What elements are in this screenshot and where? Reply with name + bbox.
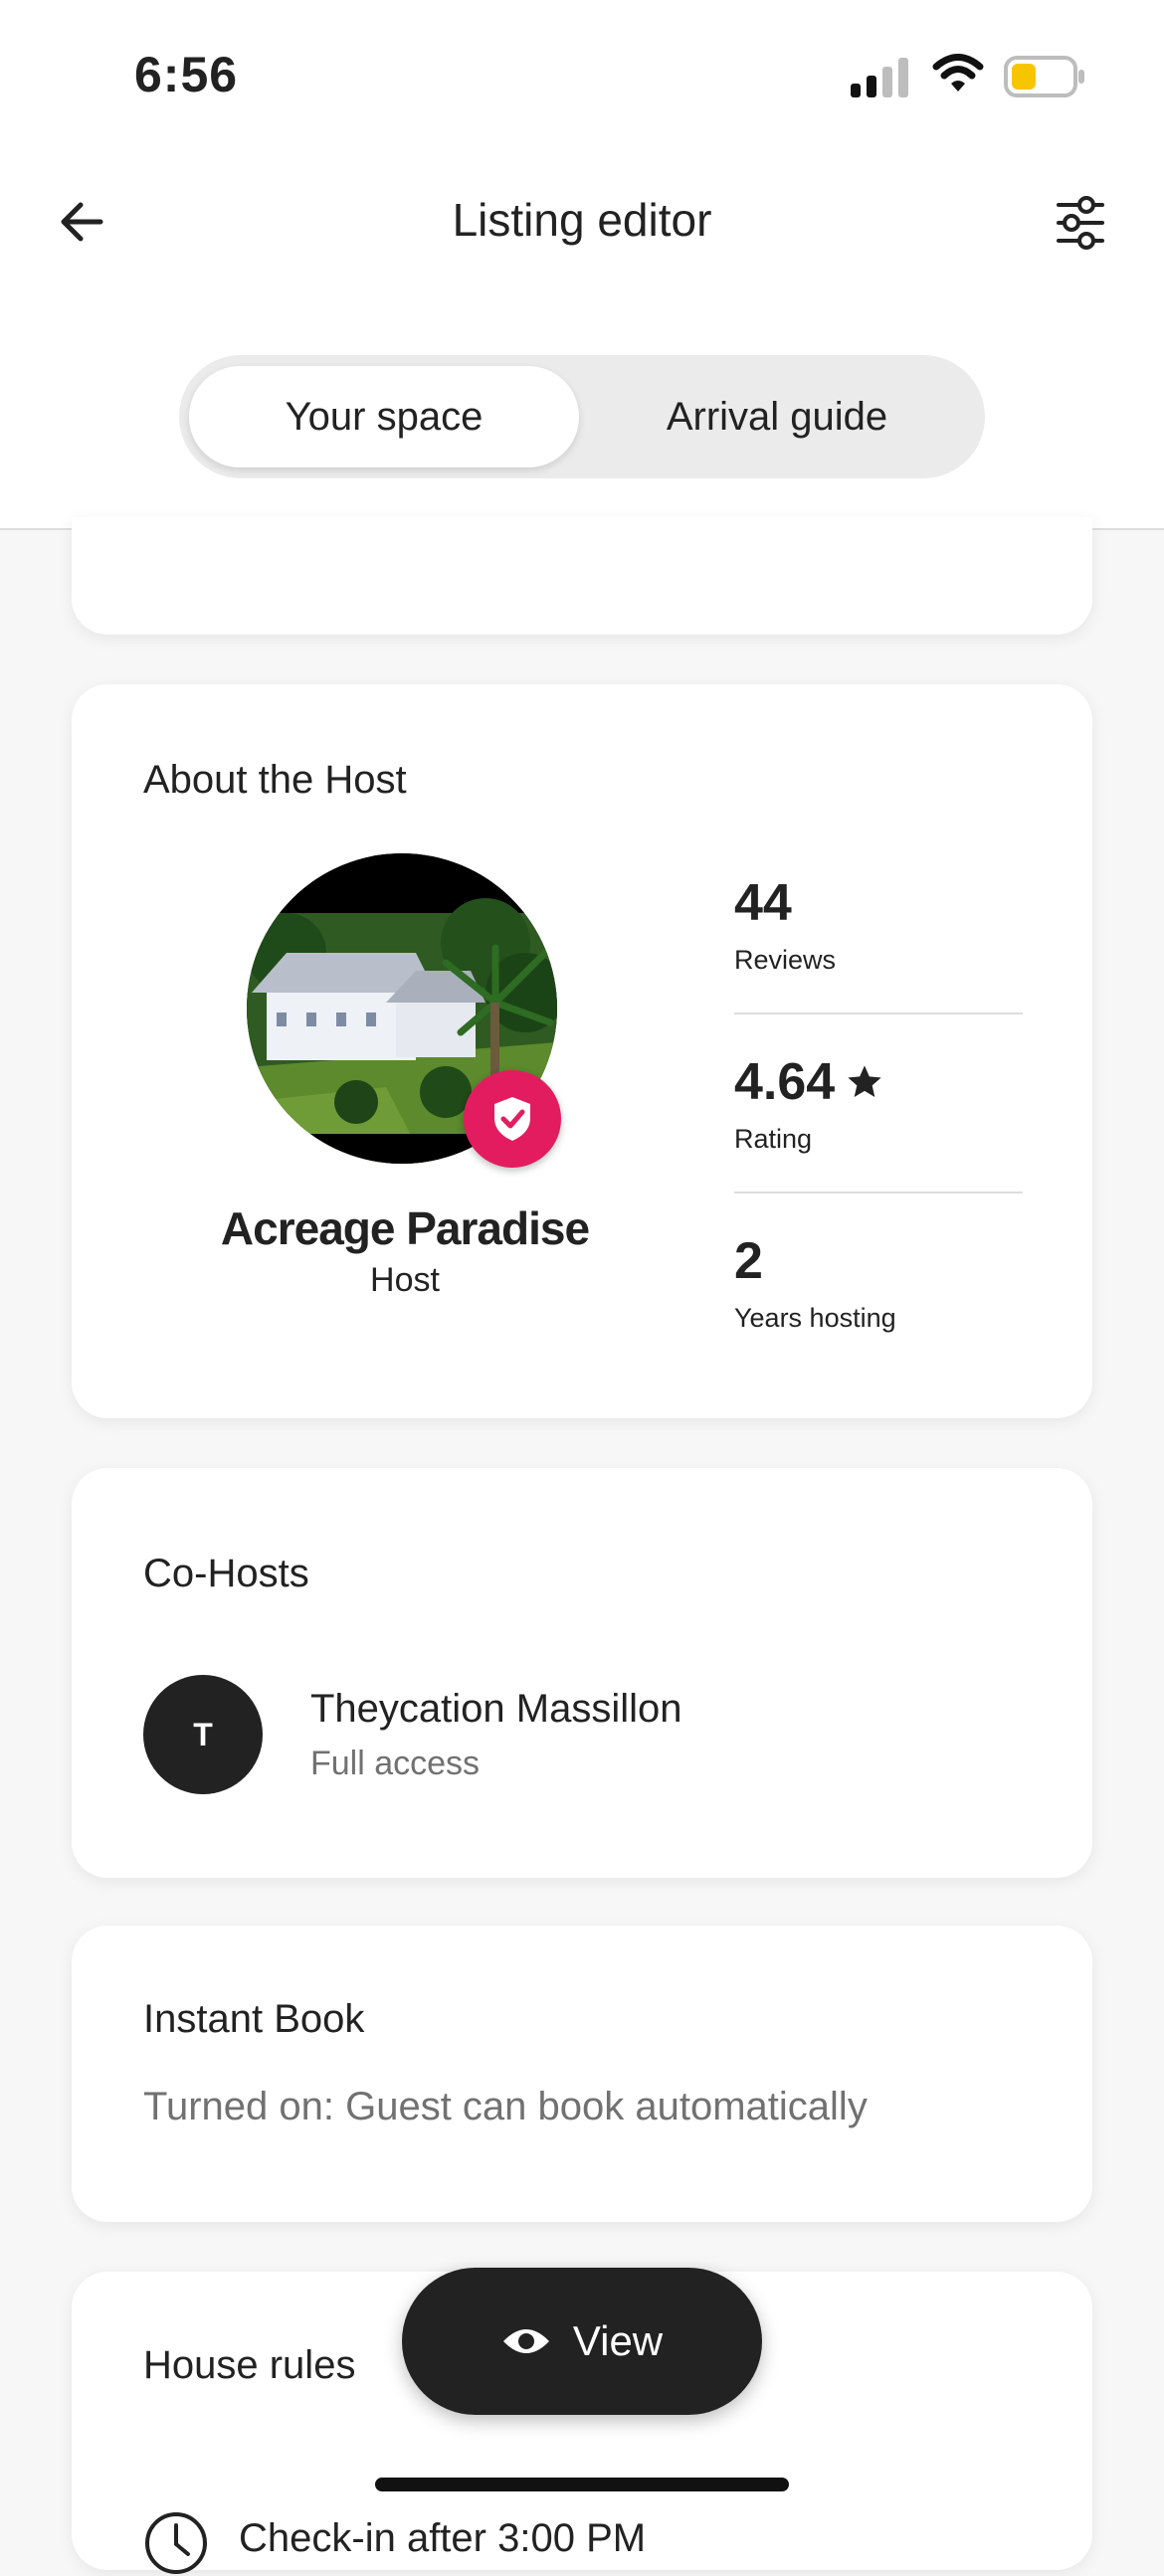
battery-icon bbox=[1004, 56, 1084, 97]
reviews-label: Reviews bbox=[734, 945, 837, 975]
tab-switcher: Your space Arrival guide bbox=[179, 355, 985, 478]
years-hosting-value: 2 bbox=[734, 1232, 763, 1290]
rating-row: 4.64 bbox=[734, 1052, 884, 1112]
cohosts-card[interactable]: Co-Hosts T Theycation Massillon Full acc… bbox=[72, 1468, 1092, 1878]
house-rule-checkin: Check-in after 3:00 PM bbox=[239, 2516, 647, 2560]
eye-icon bbox=[502, 2329, 549, 2353]
tab-arrival-guide[interactable]: Arrival guide bbox=[579, 366, 975, 467]
instant-book-title: Instant Book bbox=[143, 1997, 365, 2041]
reviews-count: 44 bbox=[734, 874, 792, 932]
previous-card bbox=[72, 517, 1092, 635]
stat-divider bbox=[734, 1012, 1023, 1014]
avatar: T bbox=[143, 1675, 263, 1794]
years-hosting-label: Years hosting bbox=[734, 1303, 896, 1333]
host-name: Acreage Paradise bbox=[220, 1202, 590, 1254]
stat-divider bbox=[734, 1192, 1023, 1194]
star-icon bbox=[848, 1065, 881, 1097]
page-title: Listing editor bbox=[452, 194, 712, 246]
status-time: 6:56 bbox=[134, 47, 239, 102]
cellular-signal-icon bbox=[851, 58, 908, 97]
rating-value: 4.64 bbox=[734, 1053, 836, 1111]
shield-check-icon bbox=[464, 1070, 561, 1168]
home-indicator[interactable] bbox=[375, 2478, 789, 2491]
house-rules-title: House rules bbox=[143, 2343, 356, 2387]
wifi-icon bbox=[932, 54, 984, 92]
view-button-label: View bbox=[572, 2317, 664, 2364]
sliders-icon[interactable] bbox=[1055, 195, 1106, 251]
tab-your-space[interactable]: Your space bbox=[189, 366, 579, 467]
rating-label: Rating bbox=[734, 1124, 813, 1154]
about-host-card[interactable]: About the Host Acreage Paradise Host 44 … bbox=[72, 684, 1092, 1418]
about-host-title: About the Host bbox=[143, 758, 407, 802]
instant-book-card[interactable]: Instant Book Turned on: Guest can book a… bbox=[72, 1926, 1092, 2222]
instant-book-status: Turned on: Guest can book automatically bbox=[143, 2085, 868, 2128]
cohost-name: Theycation Massillon bbox=[310, 1687, 682, 1731]
cohosts-title: Co-Hosts bbox=[143, 1552, 309, 1595]
cohost-access-level: Full access bbox=[310, 1745, 481, 1782]
host-role: Host bbox=[370, 1261, 440, 1299]
view-button[interactable]: View bbox=[402, 2268, 762, 2415]
clock-icon bbox=[145, 2512, 207, 2574]
